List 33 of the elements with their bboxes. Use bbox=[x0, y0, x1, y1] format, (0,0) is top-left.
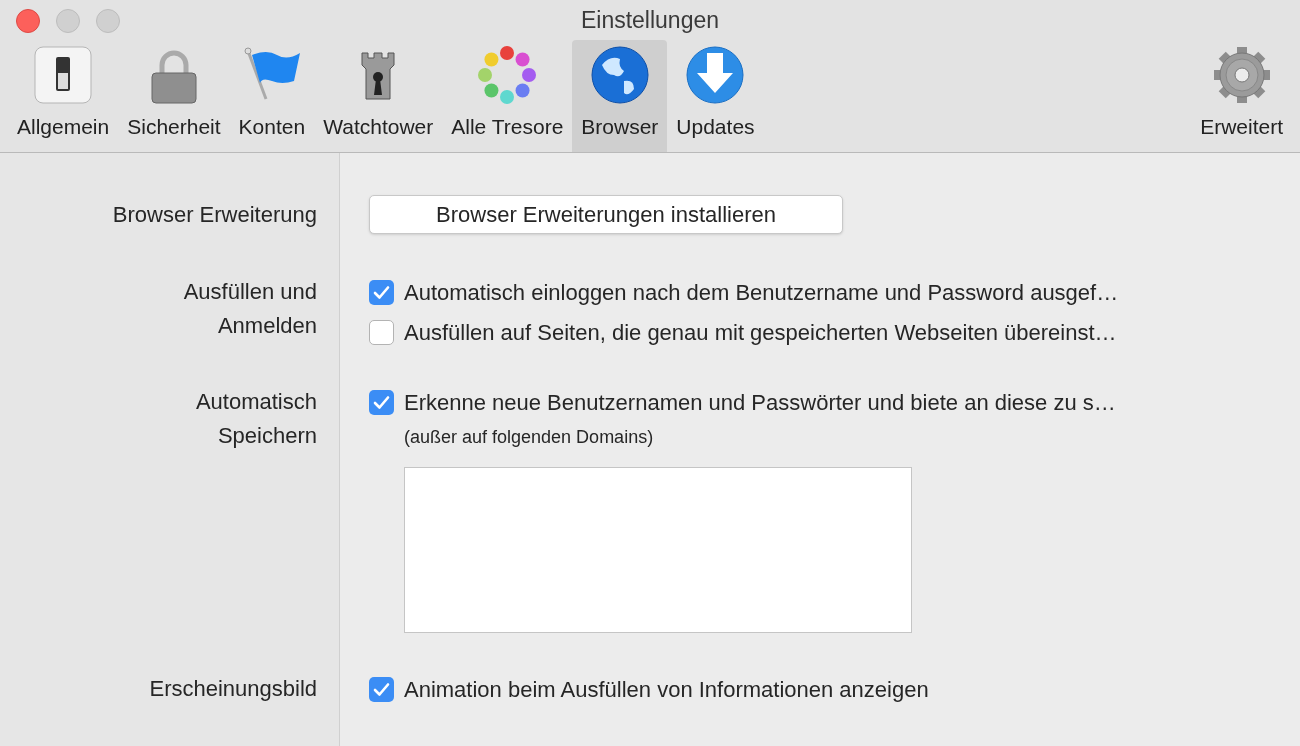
checkmark-icon bbox=[373, 284, 390, 300]
toolbar-tab[interactable]: Updates bbox=[667, 40, 764, 152]
color-dots-icon bbox=[477, 44, 538, 105]
checkmark-icon bbox=[373, 681, 390, 697]
checkbox[interactable] bbox=[369, 676, 394, 702]
gear-icon bbox=[1211, 44, 1272, 105]
download-icon bbox=[685, 44, 746, 105]
close-button[interactable] bbox=[16, 9, 40, 33]
section-label: Ausfüllen und Anmelden bbox=[182, 278, 317, 340]
section-label: Browser Erweiterung bbox=[111, 201, 317, 229]
domains-field[interactable] bbox=[404, 467, 912, 633]
section-label: Erscheinungsbild bbox=[148, 675, 317, 703]
switch-icon bbox=[33, 44, 94, 105]
toolbar-tab[interactable]: Alle Tresore bbox=[442, 40, 573, 152]
toolbar-tab[interactable]: Konten bbox=[229, 40, 315, 152]
toolbar-tab[interactable]: Erweitert bbox=[1191, 40, 1292, 152]
checkbox-label: Automatisch einloggen nach dem Benutzername und Password ausgef… bbox=[404, 278, 1119, 307]
checkbox[interactable] bbox=[369, 279, 394, 305]
checkbox-label: Ausfüllen auf Seiten, die genau mit gespeicherten Webseiten übereinst… bbox=[404, 318, 1117, 347]
toolbar-tab[interactable]: Watchtower bbox=[314, 40, 443, 152]
checkbox-label: Erkenne neue Benutzernamen und Passwörter und biete an diese zu s… bbox=[404, 388, 1116, 417]
checkbox-label: Animation beim Ausfüllen von Informationen anzeigen bbox=[404, 675, 929, 704]
toolbar-tab[interactable]: Browser bbox=[572, 40, 668, 152]
checkmark-icon bbox=[373, 394, 390, 410]
window-title: Einstellungen bbox=[580, 5, 720, 35]
hint-text: (außer auf folgenden Domains) bbox=[404, 426, 655, 449]
toolbar-tab[interactable]: Allgemein bbox=[8, 40, 119, 152]
toolbar-tab[interactable]: Sicherheit bbox=[118, 40, 230, 152]
checkbox[interactable] bbox=[369, 319, 394, 345]
install-extensions-button[interactable]: Browser Erweiterungen installieren bbox=[369, 195, 843, 234]
section-label: Automatisch Speichern bbox=[194, 388, 317, 450]
globe-icon bbox=[589, 44, 650, 105]
checkbox[interactable] bbox=[369, 389, 394, 415]
